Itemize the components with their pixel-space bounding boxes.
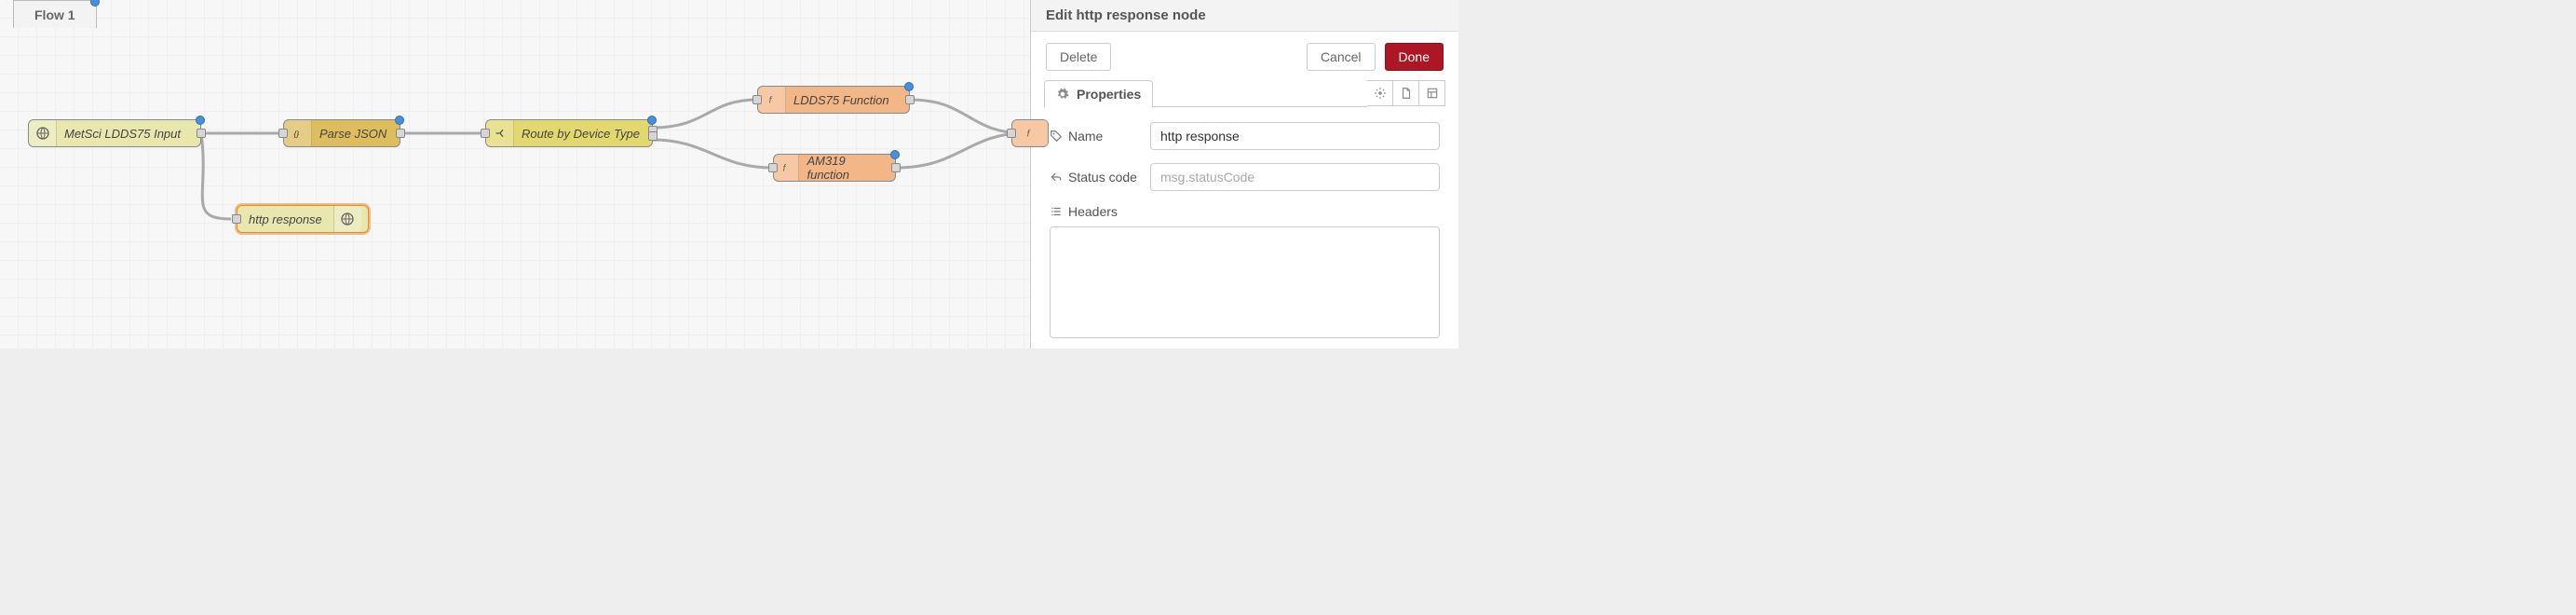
node-label: AM319 function: [807, 154, 884, 182]
sidebar-header: Edit http response node: [1031, 0, 1458, 32]
delete-button[interactable]: Delete: [1046, 43, 1111, 71]
unsaved-dot-icon: [196, 116, 205, 125]
name-input[interactable]: [1150, 122, 1440, 150]
json-icon: {}: [284, 120, 312, 146]
node-function-ldds75[interactable]: f LDDS75 Function: [757, 86, 910, 114]
node-appearance-button[interactable]: [1419, 80, 1445, 106]
flow-tabbar: Flow 1: [0, 0, 1030, 28]
switch-icon: [486, 120, 514, 146]
node-port-out[interactable]: [905, 95, 915, 104]
layout-icon: [1426, 87, 1439, 100]
gear-icon: [1374, 87, 1387, 100]
function-icon: f: [758, 87, 786, 113]
app-root: Flow 1 MetSci LDDS75 Inpu: [0, 0, 1458, 348]
node-port-in[interactable]: [768, 163, 778, 172]
status-code-input[interactable]: [1150, 163, 1440, 191]
globe-icon: [29, 120, 57, 146]
globe-icon: [333, 206, 361, 232]
headers-label: Headers: [1050, 204, 1440, 219]
sidebar-title: Edit http response node: [1046, 7, 1444, 23]
node-label: http response: [249, 212, 322, 226]
tab-fill: [1153, 80, 1367, 107]
list-icon: [1050, 205, 1063, 218]
gear-icon: [1056, 88, 1069, 101]
node-label: LDDS75 Function: [793, 93, 889, 107]
svg-text:{}: {}: [293, 129, 299, 138]
properties-form: Name Status code Headers: [1031, 107, 1458, 353]
node-port-in[interactable]: [278, 129, 288, 138]
node-http-in[interactable]: MetSci LDDS75 Input: [28, 119, 201, 147]
unsaved-dot-icon: [890, 150, 900, 159]
node-port-out-2[interactable]: [648, 131, 658, 141]
node-function-am319[interactable]: f AM319 function: [773, 154, 896, 182]
tab-properties-label: Properties: [1077, 87, 1141, 102]
file-icon: [1400, 87, 1413, 100]
status-code-label: Status code: [1050, 170, 1139, 184]
node-port-out[interactable]: [396, 129, 405, 138]
node-label: MetSci LDDS75 Input: [64, 127, 181, 141]
node-docs-button[interactable]: [1393, 80, 1419, 106]
unsaved-dot-icon: [647, 116, 657, 125]
node-port-in[interactable]: [481, 129, 490, 138]
node-port-out[interactable]: [197, 129, 206, 138]
property-tabs: Properties: [1031, 80, 1458, 107]
svg-text:f: f: [783, 163, 787, 173]
headers-editor[interactable]: [1050, 226, 1440, 338]
function-icon: f: [774, 155, 799, 181]
unsaved-dot-icon: [395, 116, 404, 125]
reply-icon: [1050, 171, 1063, 184]
flow-tab[interactable]: Flow 1: [13, 0, 97, 28]
node-parse-json[interactable]: {} Parse JSON: [283, 119, 400, 147]
function-icon: f: [1012, 120, 1048, 146]
flow-tab-label: Flow 1: [34, 7, 75, 22]
row-status-code: Status code: [1050, 163, 1440, 191]
svg-text:f: f: [768, 95, 772, 105]
unsaved-dot-icon: [90, 0, 100, 7]
tag-icon: [1050, 130, 1063, 143]
node-switch[interactable]: Route by Device Type: [485, 119, 653, 147]
node-port-in[interactable]: [232, 214, 241, 224]
node-port-in[interactable]: [1007, 129, 1016, 138]
node-label: Parse JSON: [319, 127, 386, 141]
done-button[interactable]: Done: [1385, 43, 1444, 71]
unsaved-dot-icon: [904, 82, 914, 91]
flow-canvas-wrap: Flow 1 MetSci LDDS75 Inpu: [0, 0, 1030, 348]
node-port-in[interactable]: [752, 95, 762, 104]
cancel-button[interactable]: Cancel: [1307, 43, 1376, 71]
edit-sidebar: Edit http response node Delete Cancel Do…: [1030, 0, 1458, 348]
tab-properties[interactable]: Properties: [1044, 80, 1153, 107]
sidebar-actions: Delete Cancel Done: [1031, 32, 1458, 80]
name-label: Name: [1050, 129, 1139, 144]
row-name: Name: [1050, 122, 1440, 150]
row-headers: Headers: [1050, 204, 1440, 338]
svg-text:f: f: [1027, 129, 1031, 139]
node-offscreen[interactable]: f: [1011, 119, 1049, 147]
node-http-response[interactable]: http response: [237, 205, 369, 233]
node-port-out[interactable]: [891, 163, 901, 172]
node-label: Route by Device Type: [522, 127, 640, 141]
node-settings-button[interactable]: [1367, 80, 1393, 106]
